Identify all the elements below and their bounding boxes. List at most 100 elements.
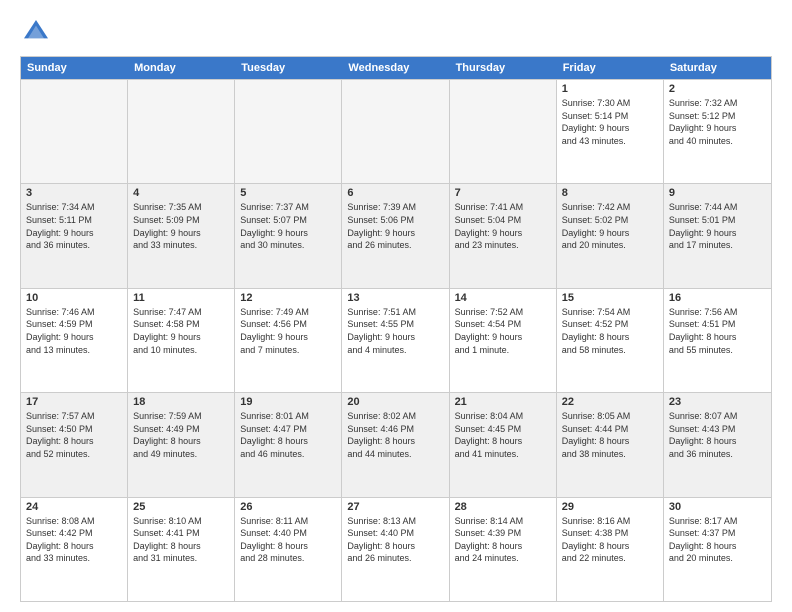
day-number: 24 <box>26 501 122 513</box>
calendar-cell: 1 Sunrise: 7:30 AM Sunset: 5:14 PM Daylig… <box>557 80 664 183</box>
header-day-sunday: Sunday <box>21 57 128 79</box>
day-number: 9 <box>669 187 766 199</box>
day-info: Sunrise: 8:05 AM Sunset: 4:44 PM Dayligh… <box>562 410 658 460</box>
calendar-row-2: 3 Sunrise: 7:34 AM Sunset: 5:11 PM Daylig… <box>21 183 771 287</box>
day-number: 5 <box>240 187 336 199</box>
day-number: 10 <box>26 292 122 304</box>
day-number: 30 <box>669 501 766 513</box>
calendar-cell: 28 Sunrise: 8:14 AM Sunset: 4:39 PM Dayli… <box>450 498 557 601</box>
calendar-cell: 3 Sunrise: 7:34 AM Sunset: 5:11 PM Daylig… <box>21 184 128 287</box>
calendar-cell: 2 Sunrise: 7:32 AM Sunset: 5:12 PM Daylig… <box>664 80 771 183</box>
header-day-thursday: Thursday <box>450 57 557 79</box>
calendar-cell <box>21 80 128 183</box>
day-number: 25 <box>133 501 229 513</box>
day-number: 2 <box>669 83 766 95</box>
calendar-row-4: 17 Sunrise: 7:57 AM Sunset: 4:50 PM Dayli… <box>21 392 771 496</box>
day-number: 20 <box>347 396 443 408</box>
day-info: Sunrise: 7:39 AM Sunset: 5:06 PM Dayligh… <box>347 201 443 251</box>
day-number: 18 <box>133 396 229 408</box>
day-number: 15 <box>562 292 658 304</box>
day-number: 17 <box>26 396 122 408</box>
calendar-cell: 30 Sunrise: 8:17 AM Sunset: 4:37 PM Dayli… <box>664 498 771 601</box>
day-number: 23 <box>669 396 766 408</box>
header <box>20 16 772 48</box>
day-number: 14 <box>455 292 551 304</box>
calendar-cell: 9Sunrise: 7:44 AM Sunset: 5:01 PM Daylig… <box>664 184 771 287</box>
day-number: 12 <box>240 292 336 304</box>
day-info: Sunrise: 8:14 AM Sunset: 4:39 PM Dayligh… <box>455 515 551 565</box>
day-info: Sunrise: 7:51 AM Sunset: 4:55 PM Dayligh… <box>347 306 443 356</box>
calendar-cell: 17 Sunrise: 7:57 AM Sunset: 4:50 PM Dayli… <box>21 393 128 496</box>
day-number: 26 <box>240 501 336 513</box>
day-number: 1 <box>562 83 658 95</box>
day-number: 8 <box>562 187 658 199</box>
calendar-cell <box>342 80 449 183</box>
calendar-cell: 27 Sunrise: 8:13 AM Sunset: 4:40 PM Dayli… <box>342 498 449 601</box>
header-day-saturday: Saturday <box>664 57 771 79</box>
calendar-cell: 21Sunrise: 8:04 AM Sunset: 4:45 PM Dayli… <box>450 393 557 496</box>
header-day-friday: Friday <box>557 57 664 79</box>
calendar-cell <box>128 80 235 183</box>
logo <box>20 16 56 48</box>
calendar-row-3: 10 Sunrise: 7:46 AM Sunset: 4:59 PM Dayli… <box>21 288 771 392</box>
day-number: 6 <box>347 187 443 199</box>
calendar-cell: 4 Sunrise: 7:35 AM Sunset: 5:09 PM Daylig… <box>128 184 235 287</box>
calendar-cell: 13Sunrise: 7:51 AM Sunset: 4:55 PM Dayli… <box>342 289 449 392</box>
day-number: 19 <box>240 396 336 408</box>
day-number: 29 <box>562 501 658 513</box>
calendar-row-5: 24 Sunrise: 8:08 AM Sunset: 4:42 PM Dayli… <box>21 497 771 601</box>
day-info: Sunrise: 7:59 AM Sunset: 4:49 PM Dayligh… <box>133 410 229 460</box>
day-info: Sunrise: 7:32 AM Sunset: 5:12 PM Dayligh… <box>669 97 766 147</box>
calendar-header: SundayMondayTuesdayWednesdayThursdayFrid… <box>21 57 771 79</box>
calendar-cell: 23 Sunrise: 8:07 AM Sunset: 4:43 PM Dayli… <box>664 393 771 496</box>
header-day-wednesday: Wednesday <box>342 57 449 79</box>
day-info: Sunrise: 8:13 AM Sunset: 4:40 PM Dayligh… <box>347 515 443 565</box>
day-info: Sunrise: 8:11 AM Sunset: 4:40 PM Dayligh… <box>240 515 336 565</box>
calendar-cell: 12 Sunrise: 7:49 AM Sunset: 4:56 PM Dayli… <box>235 289 342 392</box>
calendar-cell: 6 Sunrise: 7:39 AM Sunset: 5:06 PM Daylig… <box>342 184 449 287</box>
day-number: 27 <box>347 501 443 513</box>
calendar-cell: 20Sunrise: 8:02 AM Sunset: 4:46 PM Dayli… <box>342 393 449 496</box>
day-number: 28 <box>455 501 551 513</box>
calendar-cell: 7Sunrise: 7:41 AM Sunset: 5:04 PM Daylig… <box>450 184 557 287</box>
calendar-cell: 22 Sunrise: 8:05 AM Sunset: 4:44 PM Dayli… <box>557 393 664 496</box>
calendar-cell <box>450 80 557 183</box>
day-number: 4 <box>133 187 229 199</box>
calendar-cell: 29Sunrise: 8:16 AM Sunset: 4:38 PM Dayli… <box>557 498 664 601</box>
calendar-body: 1 Sunrise: 7:30 AM Sunset: 5:14 PM Daylig… <box>21 79 771 601</box>
day-info: Sunrise: 7:30 AM Sunset: 5:14 PM Dayligh… <box>562 97 658 147</box>
day-info: Sunrise: 7:57 AM Sunset: 4:50 PM Dayligh… <box>26 410 122 460</box>
day-info: Sunrise: 8:01 AM Sunset: 4:47 PM Dayligh… <box>240 410 336 460</box>
day-info: Sunrise: 7:35 AM Sunset: 5:09 PM Dayligh… <box>133 201 229 251</box>
day-info: Sunrise: 7:49 AM Sunset: 4:56 PM Dayligh… <box>240 306 336 356</box>
calendar-cell: 8 Sunrise: 7:42 AM Sunset: 5:02 PM Daylig… <box>557 184 664 287</box>
day-number: 3 <box>26 187 122 199</box>
page: SundayMondayTuesdayWednesdayThursdayFrid… <box>0 0 792 612</box>
calendar-cell: 5 Sunrise: 7:37 AM Sunset: 5:07 PM Daylig… <box>235 184 342 287</box>
calendar-cell: 18 Sunrise: 7:59 AM Sunset: 4:49 PM Dayli… <box>128 393 235 496</box>
day-info: Sunrise: 7:56 AM Sunset: 4:51 PM Dayligh… <box>669 306 766 356</box>
day-info: Sunrise: 7:46 AM Sunset: 4:59 PM Dayligh… <box>26 306 122 356</box>
day-info: Sunrise: 7:37 AM Sunset: 5:07 PM Dayligh… <box>240 201 336 251</box>
calendar-cell: 10 Sunrise: 7:46 AM Sunset: 4:59 PM Dayli… <box>21 289 128 392</box>
day-info: Sunrise: 7:41 AM Sunset: 5:04 PM Dayligh… <box>455 201 551 251</box>
calendar-cell: 24 Sunrise: 8:08 AM Sunset: 4:42 PM Dayli… <box>21 498 128 601</box>
day-info: Sunrise: 7:52 AM Sunset: 4:54 PM Dayligh… <box>455 306 551 356</box>
logo-icon <box>20 16 52 48</box>
day-info: Sunrise: 8:17 AM Sunset: 4:37 PM Dayligh… <box>669 515 766 565</box>
day-info: Sunrise: 7:34 AM Sunset: 5:11 PM Dayligh… <box>26 201 122 251</box>
day-info: Sunrise: 7:47 AM Sunset: 4:58 PM Dayligh… <box>133 306 229 356</box>
calendar-cell: 19 Sunrise: 8:01 AM Sunset: 4:47 PM Dayli… <box>235 393 342 496</box>
calendar-cell: 15 Sunrise: 7:54 AM Sunset: 4:52 PM Dayli… <box>557 289 664 392</box>
day-number: 16 <box>669 292 766 304</box>
calendar-cell: 25 Sunrise: 8:10 AM Sunset: 4:41 PM Dayli… <box>128 498 235 601</box>
day-info: Sunrise: 8:07 AM Sunset: 4:43 PM Dayligh… <box>669 410 766 460</box>
day-info: Sunrise: 8:10 AM Sunset: 4:41 PM Dayligh… <box>133 515 229 565</box>
day-info: Sunrise: 7:42 AM Sunset: 5:02 PM Dayligh… <box>562 201 658 251</box>
day-info: Sunrise: 8:08 AM Sunset: 4:42 PM Dayligh… <box>26 515 122 565</box>
day-number: 22 <box>562 396 658 408</box>
calendar-cell: 14 Sunrise: 7:52 AM Sunset: 4:54 PM Dayli… <box>450 289 557 392</box>
day-info: Sunrise: 7:54 AM Sunset: 4:52 PM Dayligh… <box>562 306 658 356</box>
day-info: Sunrise: 8:04 AM Sunset: 4:45 PM Dayligh… <box>455 410 551 460</box>
calendar: SundayMondayTuesdayWednesdayThursdayFrid… <box>20 56 772 602</box>
